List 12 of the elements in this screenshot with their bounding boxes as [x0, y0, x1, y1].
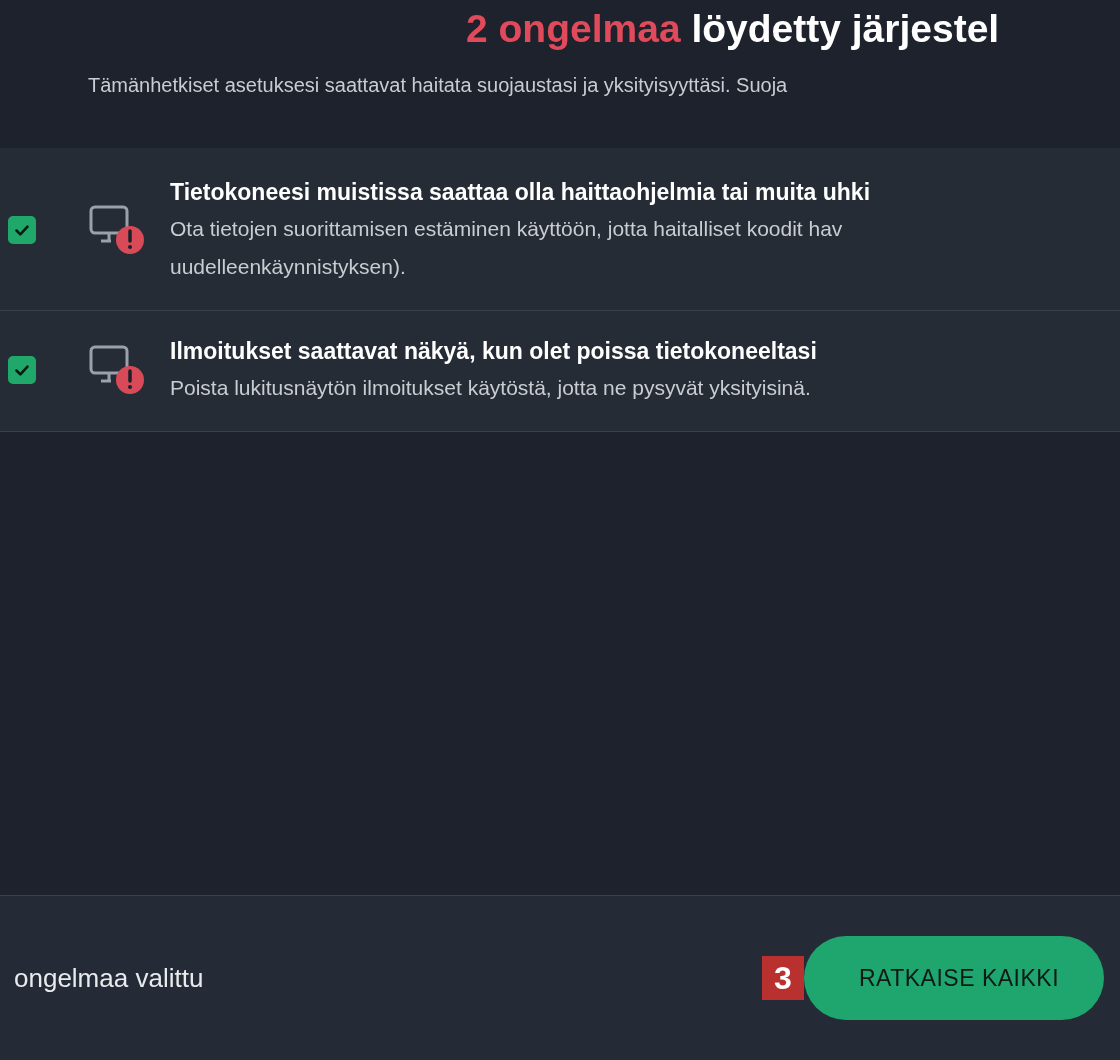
callout-badge: 3 [762, 956, 804, 1000]
page-title: 2 ongelmaa löydetty järjestel [465, 6, 1001, 52]
checkbox[interactable] [8, 216, 36, 244]
selected-count: ongelmaa valittu [13, 962, 204, 994]
resolve-all-button[interactable]: RATKAISE KAIKKI [804, 936, 1104, 1020]
issue-title: Tietokoneesi muistissa saattaa olla haittaohjelmia tai muita uhki [170, 178, 871, 207]
issue-title: Ilmoitukset saattavat näkyä, kun olet poissa tietokoneeltasi [170, 337, 817, 366]
checkbox[interactable] [8, 356, 36, 384]
issue-description: Ota tietojen suorittamisen estäminen käyttöön, jotta haitalliset koodit hav [170, 216, 844, 242]
issue-description: Poista lukitusnäytön ilmoitukset käytöstä, jotta ne pysyvät yksityisinä. [170, 375, 812, 401]
issue-description: uudelleenkäynnistyksen). [170, 254, 407, 280]
page-subtitle: Tämänhetkiset asetuksesi saattavat haitata suojaustasi ja yksityisyyttäsi. Suoja [88, 74, 789, 97]
